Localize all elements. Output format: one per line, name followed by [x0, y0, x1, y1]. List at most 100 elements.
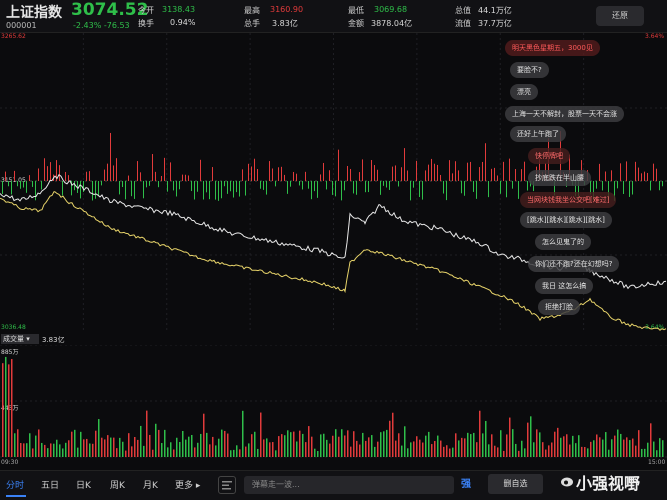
volume-bar [500, 430, 502, 457]
volume-bar [149, 434, 151, 457]
down-bar [179, 181, 180, 190]
down-bar [290, 181, 291, 187]
down-bar [413, 181, 414, 188]
volume-bar [239, 449, 241, 457]
up-bar [212, 167, 213, 181]
volume-bar [641, 448, 643, 457]
up-bar [407, 170, 408, 181]
volume-bar [569, 444, 571, 457]
volume-bar [212, 436, 214, 457]
volume-bar [290, 432, 292, 457]
volume-bar [38, 429, 40, 457]
volume-bar [221, 429, 223, 457]
volume-bar [602, 439, 604, 457]
down-bar [365, 181, 366, 193]
down-bar [527, 181, 528, 191]
volume-bar [296, 441, 298, 457]
volume-bar [182, 430, 184, 457]
volume-bar [11, 359, 13, 457]
volume-bar [260, 412, 262, 457]
down-bar [167, 181, 168, 192]
down-bar [266, 181, 267, 195]
tab-monthly-k[interactable]: 月K [143, 478, 158, 491]
down-bar [197, 181, 198, 192]
down-bar [383, 181, 384, 186]
volume-bar [422, 442, 424, 457]
volume-bar [470, 434, 472, 457]
volume-bar [167, 447, 169, 457]
volume-bar [44, 444, 46, 457]
volume-bar [632, 438, 634, 457]
volume-bar [266, 438, 268, 457]
up-bar [455, 161, 456, 181]
volume-bar [647, 442, 649, 457]
volume-bar [23, 443, 25, 457]
open-label: 今开 [138, 6, 154, 15]
volume-bar [137, 439, 139, 457]
volume-bar [251, 434, 253, 457]
down-bar [131, 181, 132, 197]
tab-intraday[interactable]: 分时 [6, 478, 24, 491]
total-hands-label: 总手 [244, 19, 260, 28]
volume-bar [53, 443, 55, 457]
restore-button[interactable]: 还原 [596, 6, 644, 26]
volume-bar [56, 439, 58, 457]
volume-bar [572, 435, 574, 457]
volume-bar [347, 430, 349, 457]
volume-bar [656, 450, 658, 457]
volume-bar [524, 448, 526, 457]
volume-bar [17, 429, 19, 457]
volume-bar [566, 434, 568, 457]
danmu-toggle-button[interactable] [218, 476, 236, 494]
down-bar [158, 181, 159, 188]
volume-bar [608, 449, 610, 457]
tab-daily-k[interactable]: 日K [76, 478, 91, 491]
volume-bar [272, 442, 274, 457]
down-bar [275, 181, 276, 187]
up-bar [296, 173, 297, 181]
volume-bar [278, 436, 280, 457]
active-tab-indicator [6, 495, 26, 497]
down-bar [422, 181, 423, 200]
up-bar [515, 169, 516, 181]
volume-bar [284, 435, 286, 457]
down-bar [26, 181, 27, 193]
volume-bar [197, 442, 199, 457]
volume-bar [179, 441, 181, 457]
volume-bar [650, 423, 652, 457]
up-bar [635, 161, 636, 181]
danmu-comment: 上海一天不解封，股票一天不会涨 [505, 106, 624, 122]
volume-bar [20, 443, 22, 457]
down-bar [302, 181, 303, 190]
volume-bar [488, 444, 490, 457]
volume-bar [338, 436, 340, 457]
down-bar [194, 181, 195, 200]
qiang-button[interactable]: 强 [456, 476, 476, 494]
volume-bar [170, 442, 172, 457]
volume-bar [398, 433, 400, 457]
volume-indicator-select[interactable]: 成交量 ▾ [1, 334, 39, 344]
volume-bar [431, 444, 433, 457]
volume-bar [98, 419, 100, 457]
danmu-comment: 要脸不? [510, 62, 549, 78]
volume-bar [62, 448, 64, 457]
remove-watchlist-button[interactable]: 删自选 [488, 474, 543, 494]
tab-more[interactable]: 更多 ▸ [175, 478, 200, 491]
danmu-comment: [跳水][跳水][跳水][跳水] [520, 212, 612, 228]
down-bar [227, 181, 228, 194]
up-bar [323, 162, 324, 181]
tab-weekly-k[interactable]: 周K [110, 478, 125, 491]
up-bar [44, 158, 45, 181]
up-bar [257, 168, 258, 181]
up-bar [416, 160, 417, 181]
danmu-input[interactable]: 弹幕走一波... [244, 476, 454, 494]
up-bar [68, 175, 69, 181]
up-bar [392, 166, 393, 181]
down-bar [92, 181, 93, 201]
volume-bar [50, 443, 52, 457]
volume-bar [242, 410, 244, 457]
up-bar [29, 175, 30, 181]
down-bar [11, 181, 12, 195]
down-bar [20, 181, 21, 189]
tab-five-day[interactable]: 五日 [41, 478, 59, 491]
